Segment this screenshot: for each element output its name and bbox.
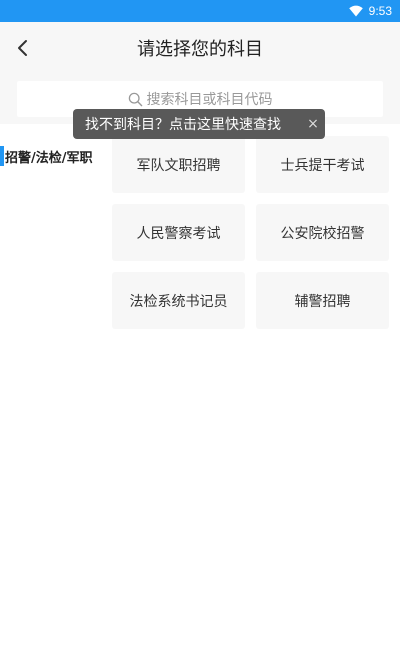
subject-card[interactable]: 人民警察考试 [112,204,245,261]
search-icon [128,92,142,106]
app-header: 请选择您的科目 [0,22,400,74]
subject-card[interactable]: 士兵提干考试 [256,136,389,193]
status-indicators: 9:53 [348,3,392,19]
subject-grid: 军队文职招聘 士兵提干考试 人民警察考试 公安院校招警 法检系统书记员 辅警招聘 [112,136,390,329]
sidebar-selected-indicator [0,146,4,166]
subject-card[interactable]: 公安院校招警 [256,204,389,261]
sidebar-item-recruit-police-court-military[interactable]: 招警/法检/军职 [0,144,104,168]
status-bar: 9:53 [0,0,400,22]
quick-find-tooltip[interactable]: 找不到科目？点击这里快速查找 × [73,109,325,139]
close-icon[interactable]: × [301,109,325,139]
subject-card[interactable]: 法检系统书记员 [112,272,245,329]
sidebar-item-label: 招警/法检/军职 [5,151,93,166]
search-placeholder: 搜索科目或科目代码 [146,92,273,108]
status-time: 9:53 [368,4,392,18]
wifi-icon [348,5,363,17]
subject-card[interactable]: 辅警招聘 [256,272,389,329]
page-title: 请选择您的科目 [137,39,263,60]
tooltip-text: 找不到科目？点击这里快速查找 [85,117,281,133]
subject-card[interactable]: 军队文职招聘 [112,136,245,193]
